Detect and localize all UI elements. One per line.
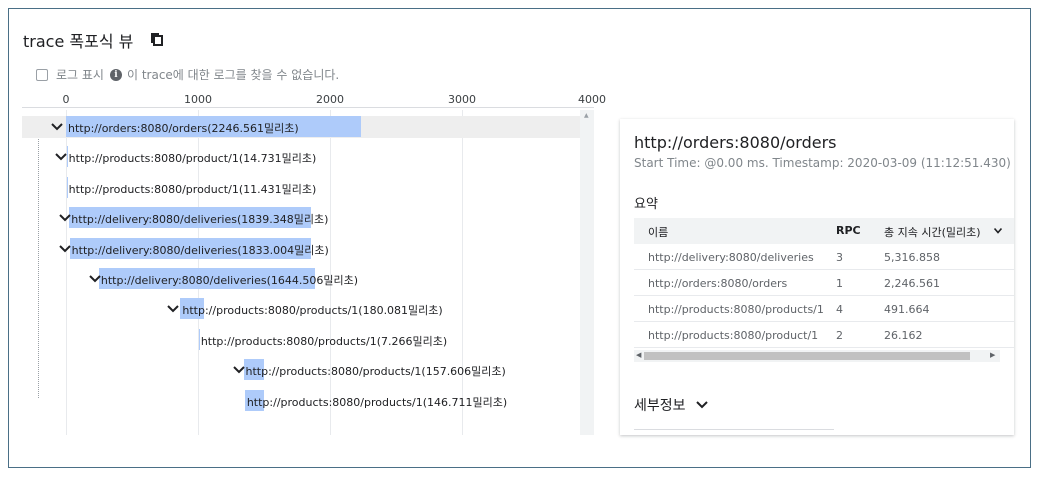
time-axis: 0 1000 2000 3000 4000 (22, 93, 606, 109)
waterfall-chart: ▲ http://orders:8080/orders(2246.561밀리초)… (22, 110, 594, 435)
cell-name: http://orders:8080/orders (648, 277, 788, 290)
table-row[interactable]: http://orders:8080/orders 1 2,246.561 (634, 270, 1014, 296)
axis-line (22, 107, 594, 108)
span-subtitle: Start Time: @0.00 ms. Timestamp: 2020-03… (634, 156, 1011, 170)
log-toggle-row: 로그 표시 i 이 trace에 대한 로그를 찾을 수 없습니다. (36, 66, 339, 83)
table-row[interactable]: http://products:8080/products/1 4 491.66… (634, 296, 1014, 322)
horizontal-scrollbar[interactable]: ◀ ▶ (634, 350, 1000, 362)
cell-duration: 2,246.561 (884, 277, 940, 290)
details-toggle[interactable]: 세부정보 (634, 395, 708, 415)
scroll-left-arrow[interactable]: ◀ (636, 351, 641, 359)
axis-tick: 4000 (578, 93, 606, 106)
scroll-right-arrow[interactable]: ▶ (990, 351, 995, 359)
span-label[interactable]: http://products:8080/product/1(11.431밀리초… (69, 181, 317, 197)
table-row[interactable]: http://delivery:8080/deliveries 3 5,316.… (634, 244, 1014, 270)
span-label[interactable]: http://delivery:8080/deliveries(1833.004… (72, 242, 329, 258)
chevron-down-icon[interactable] (59, 244, 71, 253)
span-title: http://orders:8080/orders (634, 133, 837, 152)
span-label[interactable]: http://delivery:8080/deliveries(1644.506… (101, 272, 358, 288)
span-label[interactable]: http://delivery:8080/deliveries(1839.348… (71, 211, 328, 227)
cell-rpc: 1 (836, 277, 843, 290)
span-label[interactable]: http://products:8080/products/1(180.081밀… (182, 302, 442, 318)
show-logs-label[interactable]: 로그 표시 (56, 66, 104, 83)
chevron-down-icon[interactable] (59, 214, 71, 222)
span-label[interactable]: http://products:8080/products/1(157.606밀… (246, 363, 506, 379)
cell-name: http://products:8080/products/1 (648, 303, 824, 316)
axis-tick: 2000 (316, 93, 344, 106)
cell-rpc: 3 (836, 251, 843, 264)
chevron-down-icon[interactable] (233, 366, 245, 374)
cell-name: http://delivery:8080/deliveries (648, 251, 814, 264)
gridline (462, 110, 463, 435)
span-bar[interactable] (66, 176, 68, 198)
details-divider (634, 429, 834, 430)
axis-tick: 0 (62, 93, 70, 106)
axis-tick: 3000 (448, 93, 476, 106)
chevron-down-icon[interactable] (51, 123, 63, 131)
column-name[interactable]: 이름 (648, 224, 668, 240)
scrollbar-thumb[interactable] (644, 352, 970, 360)
column-rpc[interactable]: RPC (836, 224, 861, 237)
axis-tick: 1000 (184, 93, 212, 106)
cell-duration: 5,316.858 (884, 251, 940, 264)
span-bar[interactable] (198, 328, 200, 350)
table-row[interactable]: http://products:8080/product/1 2 26.162 (634, 322, 1014, 348)
details-label: 세부정보 (634, 398, 686, 414)
cell-name: http://products:8080/product/1 (648, 329, 819, 342)
chevron-down-icon[interactable] (167, 305, 179, 313)
info-icon[interactable]: i (109, 68, 122, 81)
column-total-duration[interactable]: 총 지속 시간(밀리초) (884, 224, 981, 240)
page-title: trace 폭포식 뷰 (23, 32, 134, 51)
span-detail-panel: http://orders:8080/orders Start Time: @0… (620, 119, 1014, 435)
table-header: 이름 RPC 총 지속 시간(밀리초) (634, 218, 1014, 244)
cell-duration: 491.664 (884, 303, 930, 316)
span-label[interactable]: http://products:8080/products/1(146.711밀… (247, 394, 507, 410)
chevron-down-icon[interactable] (55, 153, 67, 161)
sort-desc-icon[interactable] (994, 228, 1002, 234)
span-label[interactable]: http://products:8080/products/1(7.266밀리초… (201, 333, 447, 349)
no-logs-message: 이 trace에 대한 로그를 찾을 수 없습니다. (126, 68, 340, 82)
cell-rpc: 2 (836, 329, 843, 342)
scroll-up-arrow[interactable]: ▲ (584, 112, 589, 119)
tree-connector (38, 124, 40, 398)
summary-heading: 요약 (634, 197, 658, 212)
vertical-scrollbar[interactable] (580, 110, 594, 435)
chevron-down-icon (695, 401, 708, 409)
span-label[interactable]: http://products:8080/product/1(14.731밀리초… (69, 150, 317, 166)
show-logs-checkbox[interactable] (36, 68, 48, 81)
summary-table: 이름 RPC 총 지속 시간(밀리초) http://delivery:8080… (634, 218, 1014, 348)
span-label[interactable]: http://orders:8080/orders(2246.561밀리초) (68, 120, 299, 136)
cell-rpc: 4 (836, 303, 843, 316)
cell-duration: 26.162 (884, 329, 923, 342)
chevron-down-icon[interactable] (89, 275, 101, 283)
copy-icon[interactable] (151, 33, 163, 46)
